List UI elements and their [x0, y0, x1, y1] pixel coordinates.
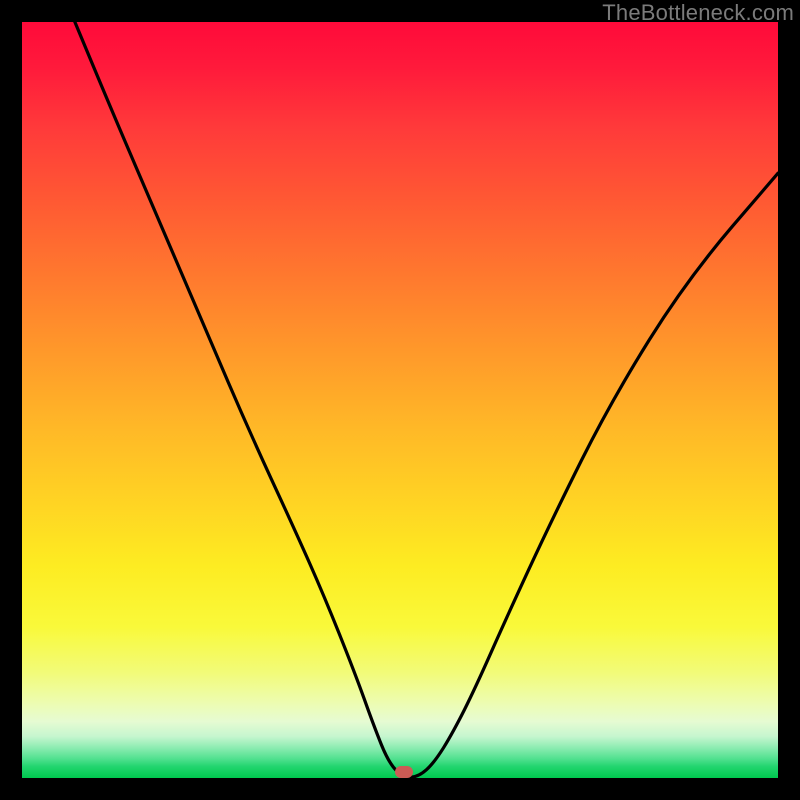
plot-area: [22, 22, 778, 778]
curve-path: [75, 22, 778, 777]
bottleneck-curve: [22, 22, 778, 778]
optimal-point-marker: [395, 766, 413, 778]
chart-frame: TheBottleneck.com: [0, 0, 800, 800]
